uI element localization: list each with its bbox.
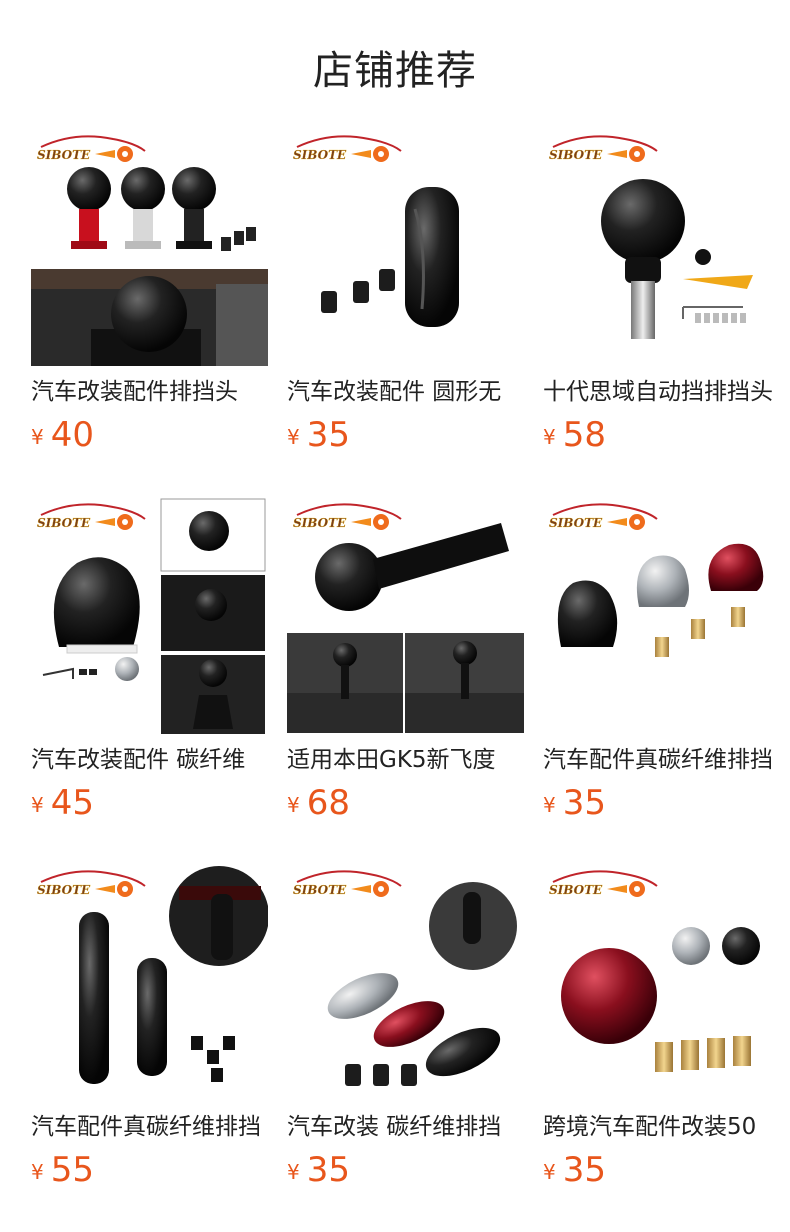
- product-image[interactable]: [287, 497, 524, 734]
- price-value: 45: [50, 783, 94, 823]
- product-price: ¥68: [287, 783, 350, 823]
- currency-symbol: ¥: [287, 425, 300, 449]
- product-price: ¥45: [31, 783, 94, 823]
- product-price: ¥40: [31, 415, 94, 455]
- product-name[interactable]: 汽车改装配件 圆形无: [287, 375, 524, 409]
- currency-symbol: ¥: [543, 1160, 556, 1184]
- product-image[interactable]: [31, 864, 268, 1101]
- price-value: 35: [306, 415, 350, 455]
- currency-symbol: ¥: [543, 793, 556, 817]
- product-name[interactable]: 汽车改装配件排挡头: [31, 375, 268, 409]
- currency-symbol: ¥: [31, 425, 44, 449]
- currency-symbol: ¥: [31, 1160, 44, 1184]
- price-value: 55: [50, 1150, 94, 1190]
- product-price: ¥55: [31, 1150, 94, 1190]
- product-price: ¥35: [287, 415, 350, 455]
- price-value: 40: [50, 415, 94, 455]
- product-image[interactable]: [543, 497, 780, 734]
- product-name[interactable]: 跨境汽车配件改装50: [543, 1110, 780, 1144]
- price-value: 35: [562, 1150, 606, 1190]
- product-price: ¥35: [287, 1150, 350, 1190]
- product-name[interactable]: 汽车改装配件 碳纤维: [31, 743, 268, 777]
- product-price: ¥58: [543, 415, 606, 455]
- product-image[interactable]: [31, 129, 268, 366]
- page-title: 店铺推荐: [313, 48, 477, 94]
- currency-symbol: ¥: [543, 425, 556, 449]
- product-image[interactable]: [543, 864, 780, 1101]
- product-name[interactable]: 汽车配件真碳纤维排挡: [31, 1110, 268, 1144]
- price-value: 35: [562, 783, 606, 823]
- product-image[interactable]: [31, 497, 268, 734]
- currency-symbol: ¥: [287, 1160, 300, 1184]
- product-image[interactable]: [287, 864, 524, 1101]
- product-name[interactable]: 十代思域自动挡排挡头: [543, 375, 780, 409]
- currency-symbol: ¥: [31, 793, 44, 817]
- currency-symbol: ¥: [287, 793, 300, 817]
- product-price: ¥35: [543, 1150, 606, 1190]
- product-price: ¥35: [543, 783, 606, 823]
- price-value: 58: [562, 415, 606, 455]
- product-image[interactable]: [543, 129, 780, 366]
- product-name[interactable]: 适用本田GK5新飞度: [287, 743, 524, 777]
- price-value: 35: [306, 1150, 350, 1190]
- product-image[interactable]: [287, 129, 524, 366]
- product-name[interactable]: 汽车配件真碳纤维排挡: [543, 743, 780, 777]
- product-name[interactable]: 汽车改装 碳纤维排挡: [287, 1110, 524, 1144]
- price-value: 68: [306, 783, 350, 823]
